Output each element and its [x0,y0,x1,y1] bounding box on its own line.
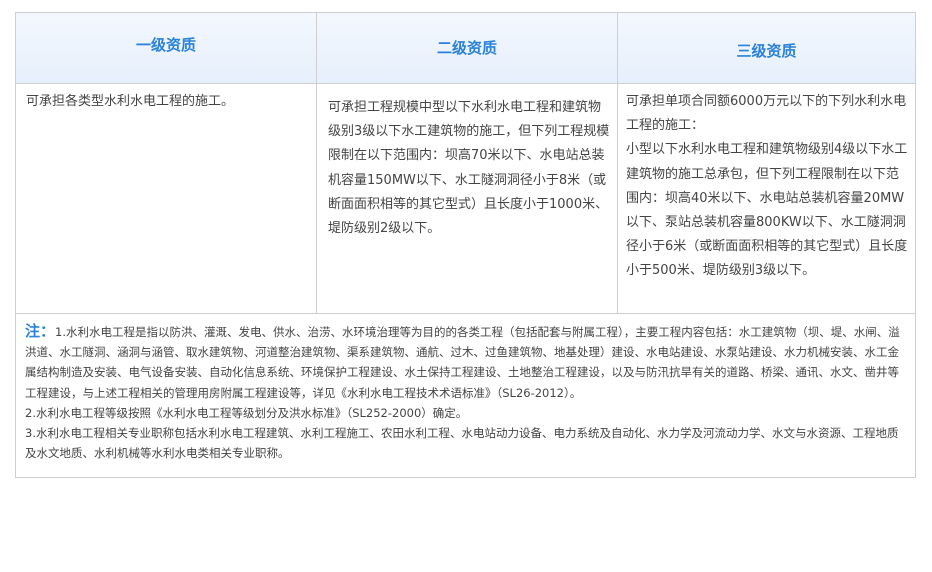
table-header-row: 一级资质 二级资质 三级资质 [16,13,915,84]
header-grade-1: 一级资质 [135,35,196,54]
grade-3-detail: 小型以下水利水电工程和建筑物级别4级以下水工建筑物的施工总承包，但下列工程限制在… [626,142,908,279]
qualification-table: 一级资质 二级资质 三级资质 可承担各类型水利水电工程的施工。 可承担工程规模中… [15,12,916,478]
grade-3-intro: 可承担单项合同额6000万元以下的下列水利水电工程的施工： [626,94,907,134]
grade-3-description: 可承担单项合同额6000万元以下的下列水利水电工程的施工： 小型以下水利水电工程… [618,84,915,313]
note-1: 注：1.水利水电工程是指以防洪、灌溉、发电、供水、治涝、水环境治理等为目的的各类… [25,321,909,403]
header-grade-3: 三级资质 [736,41,797,60]
notes-section: 注：1.水利水电工程是指以防洪、灌溉、发电、供水、治涝、水环境治理等为目的的各类… [16,313,915,477]
note-1-text: 1.水利水电工程是指以防洪、灌溉、发电、供水、治涝、水环境治理等为目的的各类工程… [25,325,900,400]
note-2: 2.水利水电工程等级按照《水利水电工程等级划分及洪水标准》（SL252-2000… [25,405,468,420]
grade-2-description: 可承担工程规模中型以下水利水电工程和建筑物级别3级以下水工建筑物的施工，但下列工… [328,100,610,237]
header-grade-2: 二级资质 [436,38,497,57]
note-label: 注： [25,322,56,340]
note-3: 3.水利水电工程相关专业职称包括水利水电工程建筑、水利工程施工、农田水利工程、水… [25,426,899,461]
grade-1-description: 可承担各类型水利水电工程的施工。 [26,94,235,109]
